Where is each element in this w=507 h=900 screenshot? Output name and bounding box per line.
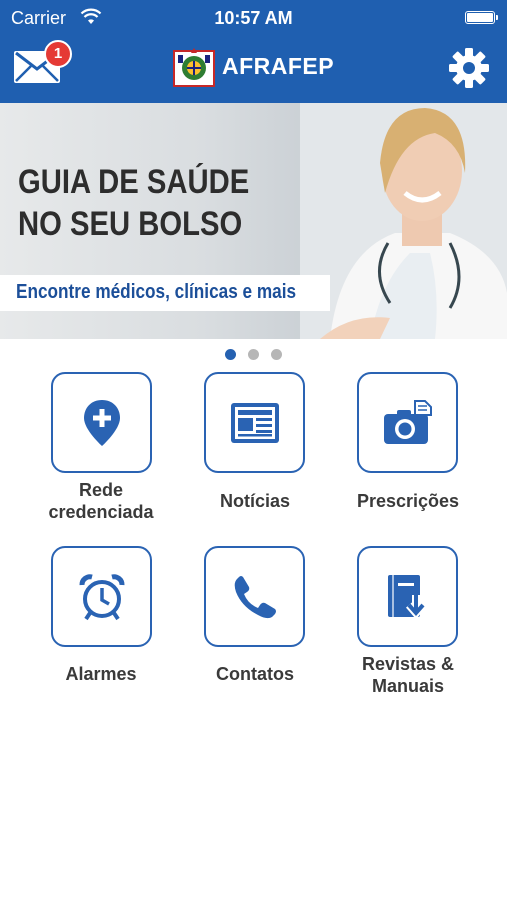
label-line: Manuais — [371, 676, 445, 696]
notification-badge: 1 — [44, 40, 72, 68]
banner-title-line2: NO SEU BOLSO — [18, 205, 243, 243]
promo-banner[interactable]: GUIA DE SAÚDE NO SEU BOLSO Encontre médi… — [0, 103, 507, 339]
contatos-label: Contatos — [185, 663, 325, 685]
label-line: Prescrições — [356, 491, 460, 511]
status-bar: Carrier 10:57 AM — [0, 0, 507, 36]
carousel-page-indicator[interactable] — [0, 347, 507, 365]
banner-subtitle: Encontre médicos, clínicas e mais — [16, 281, 297, 303]
contatos-button[interactable] — [204, 546, 305, 647]
rede-credenciada-button[interactable] — [51, 372, 152, 473]
noticias-label: Notícias — [185, 490, 325, 512]
page-dot-3[interactable] — [271, 349, 282, 360]
label-line: Contatos — [216, 664, 294, 684]
camera-icon — [383, 399, 432, 444]
revistas-manuais-label: Revistas & Manuais — [338, 653, 478, 697]
banner-title-line1: GUIA DE SAÚDE — [18, 163, 250, 201]
newspaper-icon — [230, 402, 279, 443]
prescricoes-label: Prescrições — [338, 490, 478, 512]
book-download-icon — [387, 574, 426, 619]
rede-credenciada-label: Rede credenciada — [31, 479, 171, 523]
app-header: Carrier 10:57 AM 1 AFRAFEP — [0, 0, 507, 103]
settings-gear-icon[interactable] — [448, 47, 490, 89]
label-line: Revistas & — [361, 654, 455, 674]
battery-icon — [465, 11, 498, 24]
afrafep-logo — [173, 48, 215, 87]
page-dot-1[interactable] — [225, 349, 236, 360]
location-plus-icon — [83, 399, 120, 446]
label-line: Notícias — [219, 491, 291, 511]
label-line: credenciada — [48, 502, 154, 522]
alarm-clock-icon — [79, 573, 124, 620]
label-line: Alarmes — [65, 664, 137, 684]
clock: 10:57 AM — [214, 8, 293, 28]
label-line: Rede — [78, 480, 123, 500]
banner-title: GUIA DE SAÚDE NO SEU BOLSO — [18, 161, 249, 245]
phone-icon — [234, 575, 276, 618]
doctor-photo — [300, 103, 507, 339]
alarmes-label: Alarmes — [31, 663, 171, 685]
prescricoes-button[interactable] — [357, 372, 458, 473]
revistas-manuais-button[interactable] — [357, 546, 458, 647]
noticias-button[interactable] — [204, 372, 305, 473]
app-title: AFRAFEP — [222, 53, 335, 79]
alarmes-button[interactable] — [51, 546, 152, 647]
page-dot-2[interactable] — [248, 349, 259, 360]
